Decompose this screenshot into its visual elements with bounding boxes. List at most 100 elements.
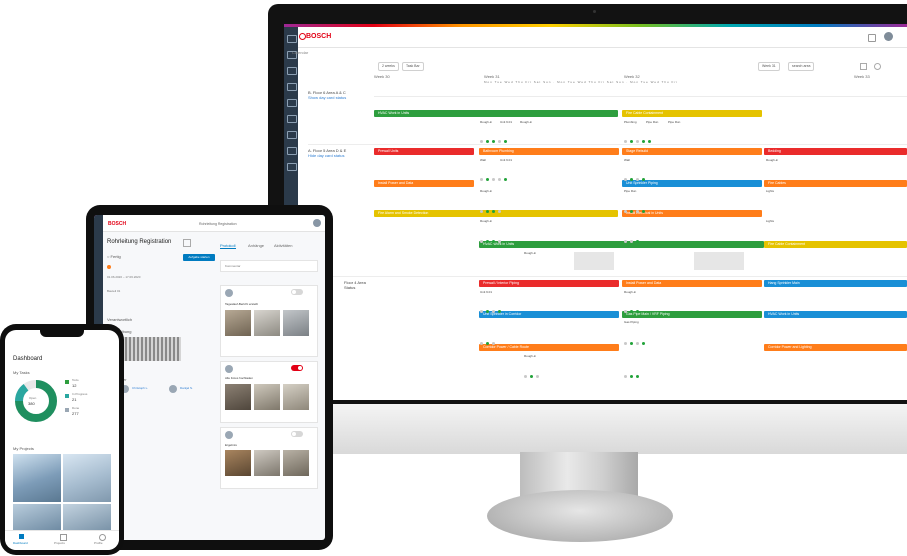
date-range: 01.06.2020 – 17.06.2020 — [107, 275, 141, 279]
task-bar[interactable]: Install Power and Data — [622, 280, 762, 287]
monitor-foot — [487, 490, 673, 542]
cell-text: Lights — [766, 219, 775, 223]
cell-text: Rough-in — [766, 158, 779, 162]
task-bar[interactable]: HVAC Work in Units — [764, 311, 907, 318]
tab-aktivitaeten[interactable]: Aktivitäten — [274, 243, 292, 248]
breadcrumb[interactable]: Rohrleitung Registration — [199, 222, 237, 226]
grid-icon[interactable] — [287, 35, 297, 43]
person-name[interactable]: Danijel S. — [180, 386, 193, 390]
nav-item-profile[interactable]: Profile — [94, 541, 103, 545]
start-task-button[interactable]: Aufgabe starten — [183, 254, 215, 261]
location-icon[interactable] — [287, 147, 297, 155]
avatar — [225, 289, 233, 297]
project-image[interactable] — [63, 454, 111, 502]
task-bar[interactable]: HVAC Work in Units — [479, 241, 764, 248]
task-bar[interactable]: Install Power and Data — [374, 180, 474, 187]
projects-icon[interactable] — [60, 534, 67, 541]
site-photo[interactable] — [225, 450, 251, 476]
site-photo[interactable] — [225, 310, 251, 336]
desktop-screen: BOSCH Calendar 2 weeks Task Bar Week 31 … — [284, 24, 907, 400]
row-label[interactable]: A. Floor 5 Area D & E Hide day card statu… — [308, 148, 370, 158]
cell-text: Unit 9.01 — [500, 120, 513, 124]
tools-icon[interactable] — [287, 131, 297, 139]
notification-icon[interactable] — [868, 34, 876, 42]
row-divider — [308, 276, 907, 277]
check-icon[interactable] — [287, 115, 297, 123]
site-photo[interactable] — [283, 384, 309, 410]
app-header: BOSCH — [298, 27, 907, 48]
view-icon[interactable] — [874, 63, 881, 70]
cell-text: Rough-in — [524, 354, 537, 358]
task-bar[interactable]: Prewall / Interior Piping — [479, 280, 619, 287]
task-bar[interactable]: Fire Alarm and Smoke Detection — [374, 210, 618, 217]
avatar — [169, 385, 177, 393]
row-label[interactable]: B. Floor 6 Area A & C Show day card statu… — [308, 90, 370, 100]
comment-input[interactable]: Kommentar — [220, 260, 318, 272]
project-image[interactable] — [13, 504, 61, 530]
task-bar[interactable]: Corridor Power / Cable Route — [479, 344, 619, 351]
comment-placeholder: Kommentar — [225, 264, 241, 268]
profile-icon[interactable] — [99, 534, 106, 541]
row-label[interactable]: Floor 4 Area Status — [344, 280, 406, 290]
toggle-switch[interactable] — [291, 365, 303, 371]
person-name[interactable]: Christoph L. — [132, 386, 148, 390]
site-photo[interactable] — [283, 310, 309, 336]
task-bar-button[interactable]: Task Bar — [402, 62, 424, 71]
user-avatar[interactable] — [884, 32, 893, 41]
location-field: Bauteil 01 — [107, 289, 121, 293]
status-field: ○ Fertig — [107, 254, 121, 259]
week-nav[interactable]: Week 31 — [758, 62, 780, 71]
task-bar[interactable]: Hang Sprinkler Main — [764, 280, 907, 287]
phone-screen: Dashboard My Tasks Open 380 Todo 12 In P… — [5, 330, 119, 550]
nav-item-dashboard[interactable]: Dashboard — [13, 541, 28, 545]
home-icon[interactable] — [19, 534, 24, 539]
floorplan-thumbnail[interactable] — [121, 337, 181, 361]
site-photo[interactable] — [254, 450, 280, 476]
task-bar[interactable]: Fire Cable Containment — [764, 241, 907, 248]
search-input[interactable]: search area — [788, 62, 815, 71]
entry-caption: Ergebnis — [225, 443, 237, 447]
status-dots — [480, 230, 504, 243]
nav-item-projects[interactable]: Projects — [54, 541, 65, 545]
legend-todo-icon — [65, 380, 69, 384]
tab-anhaenge[interactable]: Anhänge — [248, 243, 264, 248]
protocol-entry: Alle Fotos hochladen — [220, 361, 318, 423]
cell-text: Rough-in — [480, 120, 493, 124]
status-dots — [480, 200, 504, 213]
task-bar[interactable]: Corridor Power and Lighting — [764, 344, 907, 351]
site-photo[interactable] — [254, 310, 280, 336]
cell-text: Wall — [624, 158, 630, 162]
task-bar[interactable]: Fire Cables — [764, 180, 907, 187]
status-dots — [524, 365, 542, 378]
week-label: Week 32 — [624, 74, 640, 79]
task-bar[interactable]: Bedding — [764, 148, 907, 155]
filter-icon[interactable] — [860, 63, 867, 70]
task-bar[interactable]: Bathroom Plumbing — [479, 148, 619, 155]
task-bar[interactable]: Unit Sprinkler Piping — [622, 180, 762, 187]
two-weeks-button[interactable]: 2 weeks — [378, 62, 399, 71]
toggle-switch[interactable] — [291, 289, 303, 295]
breadcrumb[interactable]: Calendar — [292, 50, 308, 55]
status-dots — [480, 130, 510, 143]
project-image[interactable] — [13, 454, 61, 502]
site-photo[interactable] — [283, 450, 309, 476]
folder-icon[interactable] — [287, 83, 297, 91]
cell-text: Wall — [480, 158, 486, 162]
task-bar[interactable]: Gas Pipe Main / VRF Piping — [622, 311, 762, 318]
toggle-switch[interactable] — [291, 431, 303, 437]
entry-caption: Alle Fotos hochladen — [225, 376, 254, 380]
task-bar[interactable]: Fire Cable Containment — [622, 110, 762, 117]
edit-icon[interactable] — [183, 239, 191, 247]
tab-protokoll[interactable]: Protokoll — [220, 243, 236, 249]
site-photo[interactable] — [254, 384, 280, 410]
site-photo[interactable] — [225, 384, 251, 410]
user-avatar[interactable] — [313, 219, 321, 227]
cell-text: Plumbing — [624, 120, 637, 124]
task-bar[interactable]: Prewall Units — [374, 148, 474, 155]
task-bar[interactable]: HVAC Work in Units — [374, 110, 618, 117]
project-image[interactable] — [63, 504, 111, 530]
settings-icon[interactable] — [287, 163, 297, 171]
task-bar[interactable]: Stage Rebuild — [622, 148, 762, 155]
list-icon[interactable] — [287, 67, 297, 75]
document-icon[interactable] — [287, 99, 297, 107]
